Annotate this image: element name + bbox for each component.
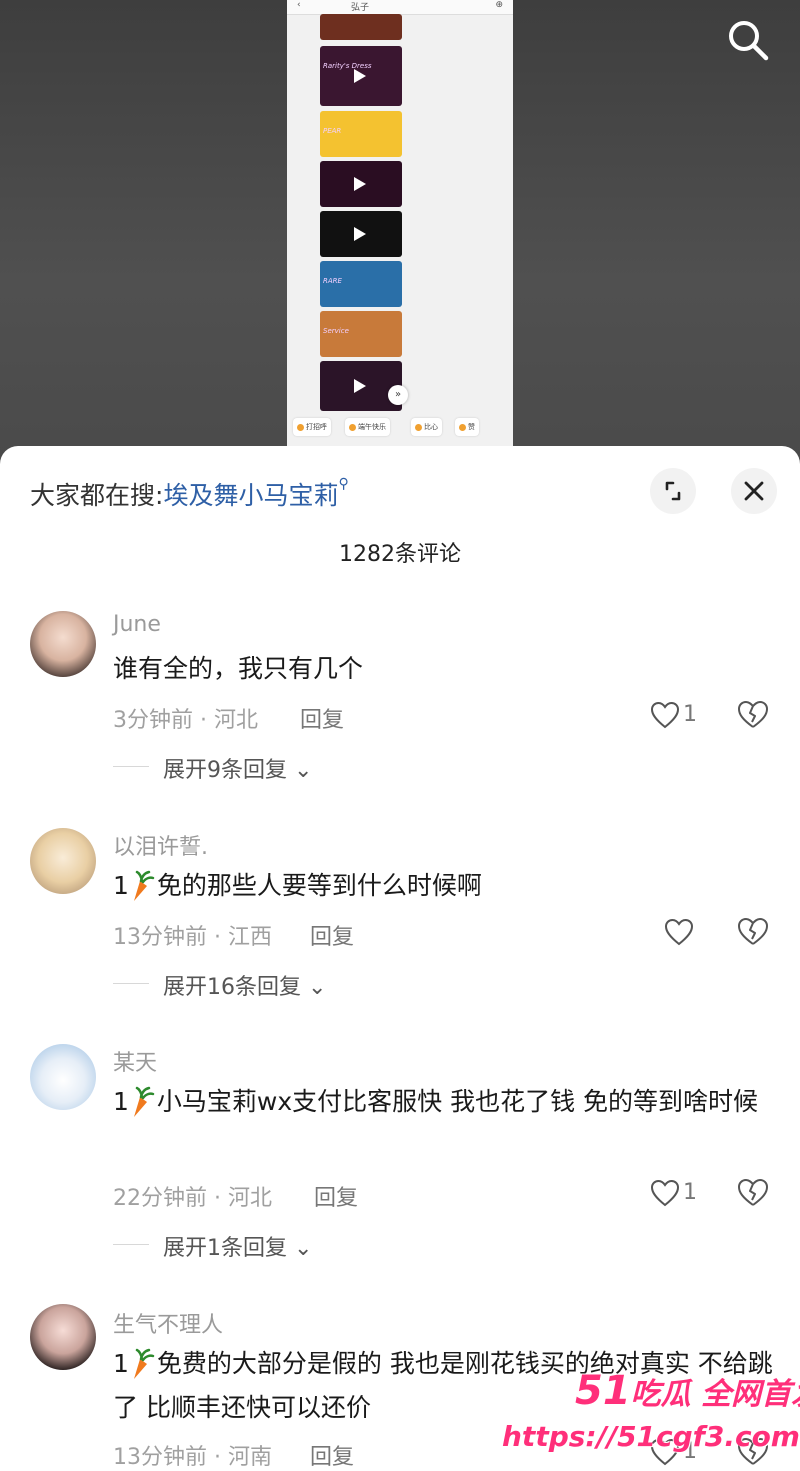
dislike-icon[interactable] [737,1178,769,1208]
comment-panel: 大家都在搜:埃及舞小马宝莉⚲ 1282条评论 June 谁有全的，我只有几个 3… [0,446,800,1471]
search-icon[interactable] [726,18,770,62]
video-thumbnail[interactable]: PEAR [320,111,402,157]
like-count: 1 [683,1180,697,1205]
watermark-url: https://51cgf3.com [502,1420,800,1453]
carrot-icon [133,870,155,901]
username[interactable]: 某天 [113,1045,157,1077]
hot-search-prefix: 大家都在搜: [30,481,164,510]
heart-icon[interactable] [650,701,680,729]
play-icon [354,227,366,241]
video-thumbnail[interactable] [320,14,402,40]
video-thumbnail[interactable] [320,361,402,411]
like-count: 1 [683,702,697,727]
comment-count: 1282条评论 [339,542,461,567]
chip: 赞 [455,418,479,436]
play-icon [354,69,366,83]
heart-icon[interactable] [650,1179,680,1207]
comment-text: 1 免的那些人要等到什么时候啊 [113,864,773,908]
avatar[interactable] [30,828,96,894]
reaction-chips: 打招呼 端午快乐 比心 赞 [287,418,513,440]
chevron-down-icon: ⌄ [294,1236,313,1261]
avatar[interactable] [30,1304,96,1370]
reply-button[interactable]: 回复 [314,1180,358,1212]
expand-replies[interactable]: 展开9条回复 ⌄ [163,752,312,784]
divider [113,1244,149,1245]
avatar[interactable] [30,1044,96,1110]
dislike-icon[interactable] [737,917,769,947]
thumbnail-caption: PEAR [323,127,342,135]
reply-button[interactable]: 回复 [310,919,354,951]
username[interactable]: June [113,612,161,637]
comment-text: 1 小马宝莉wx支付比客服快 我也花了钱 免的等到啥时候 [113,1080,773,1124]
play-icon [354,379,366,393]
phone-title: 弘子 [351,3,370,13]
comment-meta: 22分钟前 · 河北 [113,1186,272,1211]
reply-button[interactable]: 回复 [300,702,344,734]
divider [113,983,149,984]
avatar[interactable] [30,611,96,677]
video-frame: ‹ 弘子 ⊕ Rarity's Dress PEAR RARE Service » 打… [287,0,513,450]
hot-search-keyword[interactable]: 埃及舞小马宝莉 [163,481,338,510]
chevron-down-icon: » [388,385,408,405]
carrot-icon [133,1086,155,1117]
video-thumbnail[interactable] [320,161,402,207]
phone-action-icon: ⊕ [495,0,503,10]
video-thumbnail[interactable]: Rarity's Dress [320,46,402,106]
watermark-title: 51吃瓜 全网首发 [575,1368,800,1414]
heart-icon[interactable] [664,918,694,946]
hot-search[interactable]: 大家都在搜:埃及舞小马宝莉⚲ [30,476,349,512]
expand-replies[interactable]: 展开16条回复 ⌄ [163,969,326,1001]
thumbnail-caption: Service [323,327,349,335]
back-icon: ‹ [297,0,301,10]
username[interactable]: 生气不理人 [113,1307,223,1339]
comment-meta: 13分钟前 · 河南 [113,1445,272,1470]
video-thumbnail[interactable] [320,211,402,257]
expand-replies[interactable]: 展开1条回复 ⌄ [163,1230,312,1262]
chevron-down-icon: ⌄ [294,758,313,783]
comment-text: 谁有全的，我只有几个 [113,654,364,683]
username[interactable]: 以泪许誓. [113,829,208,861]
phone-header: ‹ 弘子 ⊕ [287,0,513,15]
video-area[interactable]: ‹ 弘子 ⊕ Rarity's Dress PEAR RARE Service » 打… [0,0,800,470]
chip: 比心 [411,418,442,436]
video-thumbnail[interactable]: Service [320,311,402,357]
reply-button[interactable]: 回复 [310,1439,354,1471]
video-thumbnail[interactable]: RARE [320,261,402,307]
chip: 打招呼 [293,418,331,436]
close-icon [744,481,764,501]
close-button[interactable] [731,468,777,514]
play-icon [354,177,366,191]
chevron-down-icon: ⌄ [308,975,327,1000]
carrot-icon [133,1348,155,1379]
chip: 端午快乐 [345,418,390,436]
expand-button[interactable] [650,468,696,514]
comment-meta: 13分钟前 · 江西 [113,925,272,950]
divider [113,766,149,767]
comment-meta: 3分钟前 · 河北 [113,708,258,733]
dislike-icon[interactable] [737,700,769,730]
search-icon: ⚲ [338,476,349,492]
thumbnail-caption: RARE [323,277,342,285]
expand-icon [665,481,681,501]
